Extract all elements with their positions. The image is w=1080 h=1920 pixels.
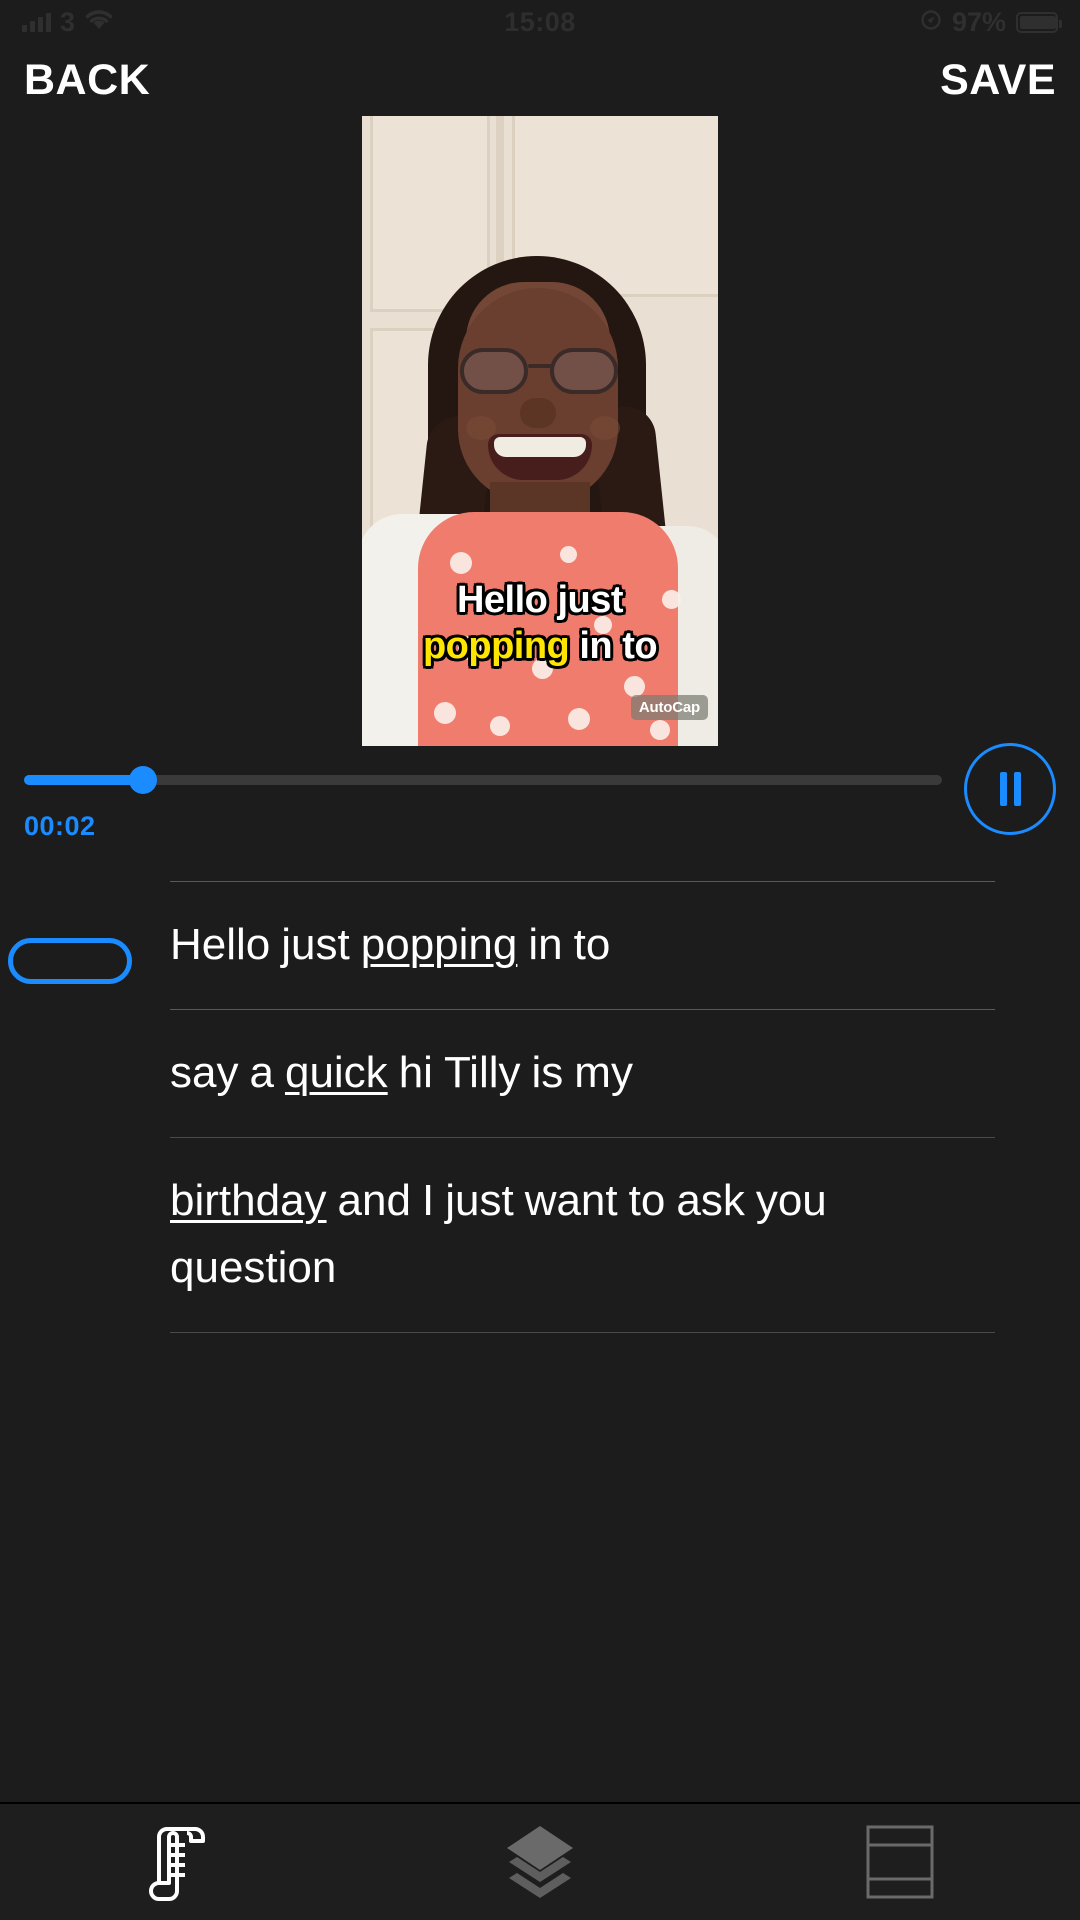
caption-line-1: Hello just [362, 577, 718, 624]
caption-word: in [579, 625, 613, 668]
battery-icon [1016, 11, 1062, 33]
video-preview-area: Hello just popping in to AutoCap [0, 116, 1080, 761]
caption-line-2: popping in to [362, 623, 718, 670]
tab-bar [0, 1802, 1080, 1920]
transcript-word[interactable]: question [170, 1235, 336, 1302]
wifi-icon [84, 9, 114, 36]
transcript-list[interactable]: Hello just popping in to say a quick hi Tilly is m… [0, 881, 1080, 1802]
divider [170, 1331, 995, 1333]
transcript-word[interactable]: I [422, 1168, 434, 1235]
scroll-icon [145, 1821, 215, 1903]
pause-icon [1013, 772, 1021, 806]
segment-selection-indicator[interactable] [8, 938, 132, 984]
frame-icon [860, 1821, 940, 1903]
status-right: 97% [920, 6, 1062, 38]
signal-bars-icon [22, 12, 51, 32]
transcript-word[interactable]: hi [399, 1040, 433, 1107]
current-time-label: 00:02 [24, 811, 96, 841]
status-clock: 15:08 [504, 6, 576, 37]
transcript-word[interactable]: ask [676, 1168, 744, 1235]
autocap-watermark: AutoCap [630, 695, 708, 720]
carrier-label: 3 [60, 6, 76, 37]
sidebar-item-template[interactable] [720, 1804, 1080, 1920]
pause-button[interactable] [964, 743, 1056, 835]
location-arrow-icon [920, 9, 942, 36]
video-caption-overlay: Hello just popping in to [362, 577, 718, 670]
caption-word-highlighted: popping [422, 625, 570, 668]
transcript-word[interactable]: Tilly [444, 1040, 521, 1107]
nav-bar: BACK SAVE [0, 44, 1080, 116]
transcript-word[interactable]: Hello [170, 912, 270, 979]
video-player[interactable]: Hello just popping in to AutoCap [362, 116, 718, 746]
transcript-word[interactable]: just [445, 1168, 513, 1235]
status-center: 15:08 [0, 0, 1080, 44]
transcript-word-underlined[interactable]: popping [361, 912, 518, 979]
save-button[interactable]: SAVE [940, 56, 1056, 105]
transcript-word[interactable]: just [281, 912, 349, 979]
transcript-segment[interactable]: Hello just popping in to [0, 882, 1080, 1009]
transcript-word-underlined[interactable]: birthday [170, 1168, 327, 1235]
sidebar-item-script[interactable] [0, 1804, 360, 1920]
transcript-word[interactable]: to [574, 912, 611, 979]
transcript-word[interactable]: you [756, 1168, 827, 1235]
caption-word: to [622, 625, 658, 668]
player-controls: 00:02 [0, 743, 1080, 881]
transcript-word[interactable]: and [338, 1168, 411, 1235]
transcript-word[interactable]: want [525, 1168, 618, 1235]
sidebar-item-layers[interactable] [360, 1804, 720, 1920]
pause-icon [999, 772, 1007, 806]
transcript-segment-text: Hello just popping in to [170, 912, 995, 979]
transcript-word[interactable]: my [574, 1040, 633, 1107]
transcript-segment[interactable]: birthday and Ijust want to ask you question [0, 1138, 1080, 1332]
transcript-segment-text: say a quick hi Tilly is my [170, 1040, 995, 1107]
caption-word: just [557, 578, 624, 621]
seek-thumb[interactable] [129, 766, 158, 794]
seek-fill [24, 775, 144, 785]
transcript-word[interactable]: a [249, 1040, 273, 1107]
transcript-segment[interactable]: say a quick hi Tilly is my [0, 1010, 1080, 1137]
transcript-segment-text: birthday and Ijust want to ask you question [170, 1168, 995, 1302]
transcript-word[interactable]: in [528, 912, 562, 979]
transcript-word[interactable]: is [532, 1040, 564, 1107]
transcript-word[interactable]: say [170, 1040, 238, 1107]
layers-icon [497, 1822, 583, 1902]
seek-area: 00:02 [24, 761, 942, 842]
transcript-word[interactable]: to [629, 1168, 666, 1235]
battery-percent: 97% [951, 6, 1006, 37]
caption-word: Hello [456, 578, 548, 621]
seek-track[interactable] [24, 766, 942, 794]
transcript-word-underlined[interactable]: quick [285, 1040, 388, 1107]
status-bar: 3 15:08 97% [0, 0, 1080, 44]
back-button[interactable]: BACK [24, 56, 150, 105]
app-root: 3 15:08 97% BACK SAVE Hello just popping… [0, 0, 1080, 1920]
status-left: 3 [22, 7, 114, 38]
